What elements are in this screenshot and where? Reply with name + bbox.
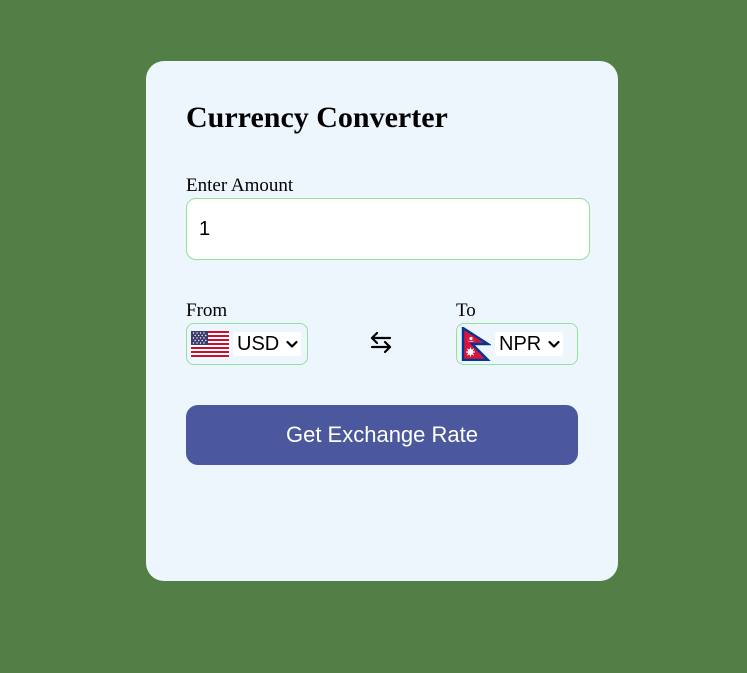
to-currency-dropdown[interactable]: NPR bbox=[495, 332, 564, 356]
from-currency-select[interactable]: USD bbox=[186, 323, 308, 365]
to-currency-code: NPR bbox=[499, 333, 542, 355]
converter-card: Currency Converter Enter Amount From USD bbox=[146, 61, 618, 581]
swap-arrows-icon[interactable] bbox=[368, 329, 394, 355]
chevron-down-icon bbox=[548, 340, 560, 348]
nepal-flag-icon bbox=[461, 327, 491, 361]
from-label: From bbox=[186, 300, 228, 321]
from-currency-dropdown[interactable]: USD bbox=[233, 332, 302, 356]
us-flag-icon bbox=[191, 331, 229, 357]
amount-input[interactable] bbox=[186, 198, 590, 260]
to-currency-select[interactable]: NPR bbox=[456, 323, 578, 365]
page-title: Currency Converter bbox=[186, 101, 448, 134]
to-label: To bbox=[456, 300, 476, 321]
get-exchange-rate-button[interactable]: Get Exchange Rate bbox=[186, 405, 578, 465]
amount-label: Enter Amount bbox=[186, 175, 294, 196]
from-currency-code: USD bbox=[237, 333, 280, 355]
chevron-down-icon bbox=[286, 340, 298, 348]
